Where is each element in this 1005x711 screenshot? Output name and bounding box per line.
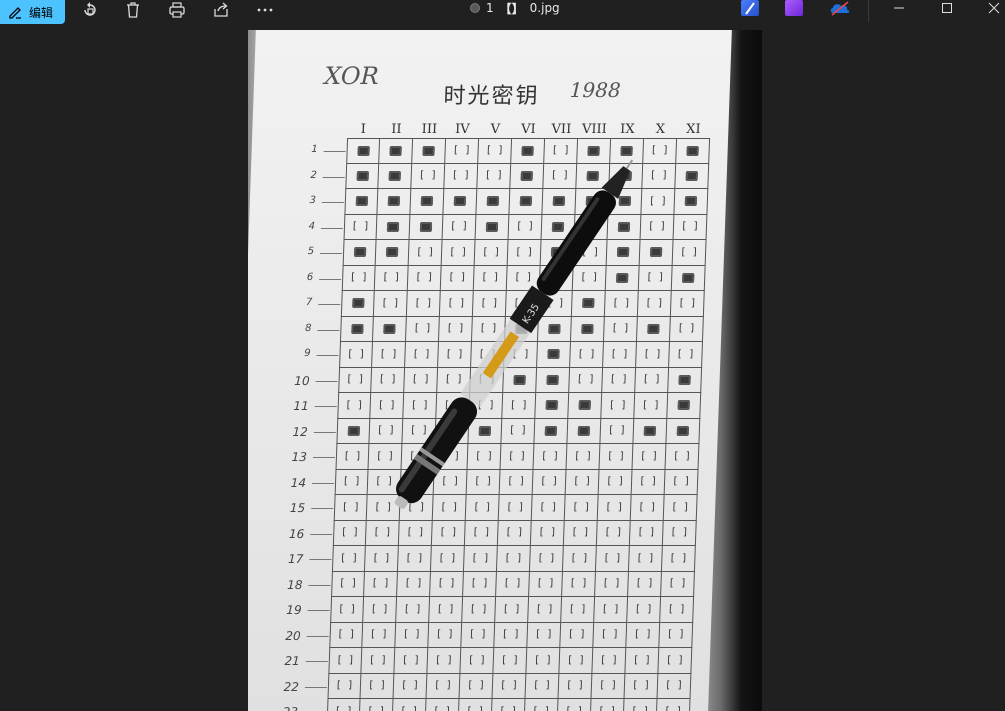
delete-icon — [127, 2, 139, 18]
edit-button[interactable]: 编辑 — [0, 0, 65, 24]
minimize-icon — [894, 7, 904, 9]
photo-viewport[interactable]: XOR 时光密钥 1988 I II III IV V VI VII VIII IX X XI 12… — [248, 30, 762, 711]
title-bar: 编辑 1 【】 0.jpg — [0, 0, 1005, 24]
rotate-button[interactable] — [76, 0, 104, 20]
paint-app-icon[interactable] — [741, 0, 759, 16]
clipchamp-icon[interactable] — [785, 0, 803, 16]
edit-label: 编辑 — [29, 5, 54, 20]
print-button[interactable] — [163, 0, 191, 20]
title-separator — [868, 0, 869, 22]
more-button[interactable] — [251, 0, 279, 20]
pen-image: K-35 — [394, 159, 634, 509]
print-icon — [169, 2, 185, 18]
delete-button[interactable] — [119, 0, 147, 20]
maximize-icon — [942, 3, 952, 13]
file-name: 0.jpg — [529, 1, 560, 15]
close-button[interactable] — [971, 0, 1005, 16]
image-counter: 1 — [486, 1, 494, 15]
more-icon — [257, 8, 273, 12]
bracket-icon: 【】 — [499, 1, 524, 16]
window-title: 1 【】 0.jpg — [470, 0, 560, 16]
rotate-icon — [84, 2, 96, 16]
minimize-button[interactable] — [876, 0, 922, 16]
edit-icon — [9, 7, 21, 19]
status-dot-icon — [470, 3, 480, 13]
close-icon — [988, 2, 1000, 14]
share-button[interactable] — [207, 0, 235, 20]
onedrive-icon[interactable] — [829, 0, 850, 16]
share-icon — [214, 2, 228, 17]
maximize-button[interactable] — [924, 0, 970, 16]
